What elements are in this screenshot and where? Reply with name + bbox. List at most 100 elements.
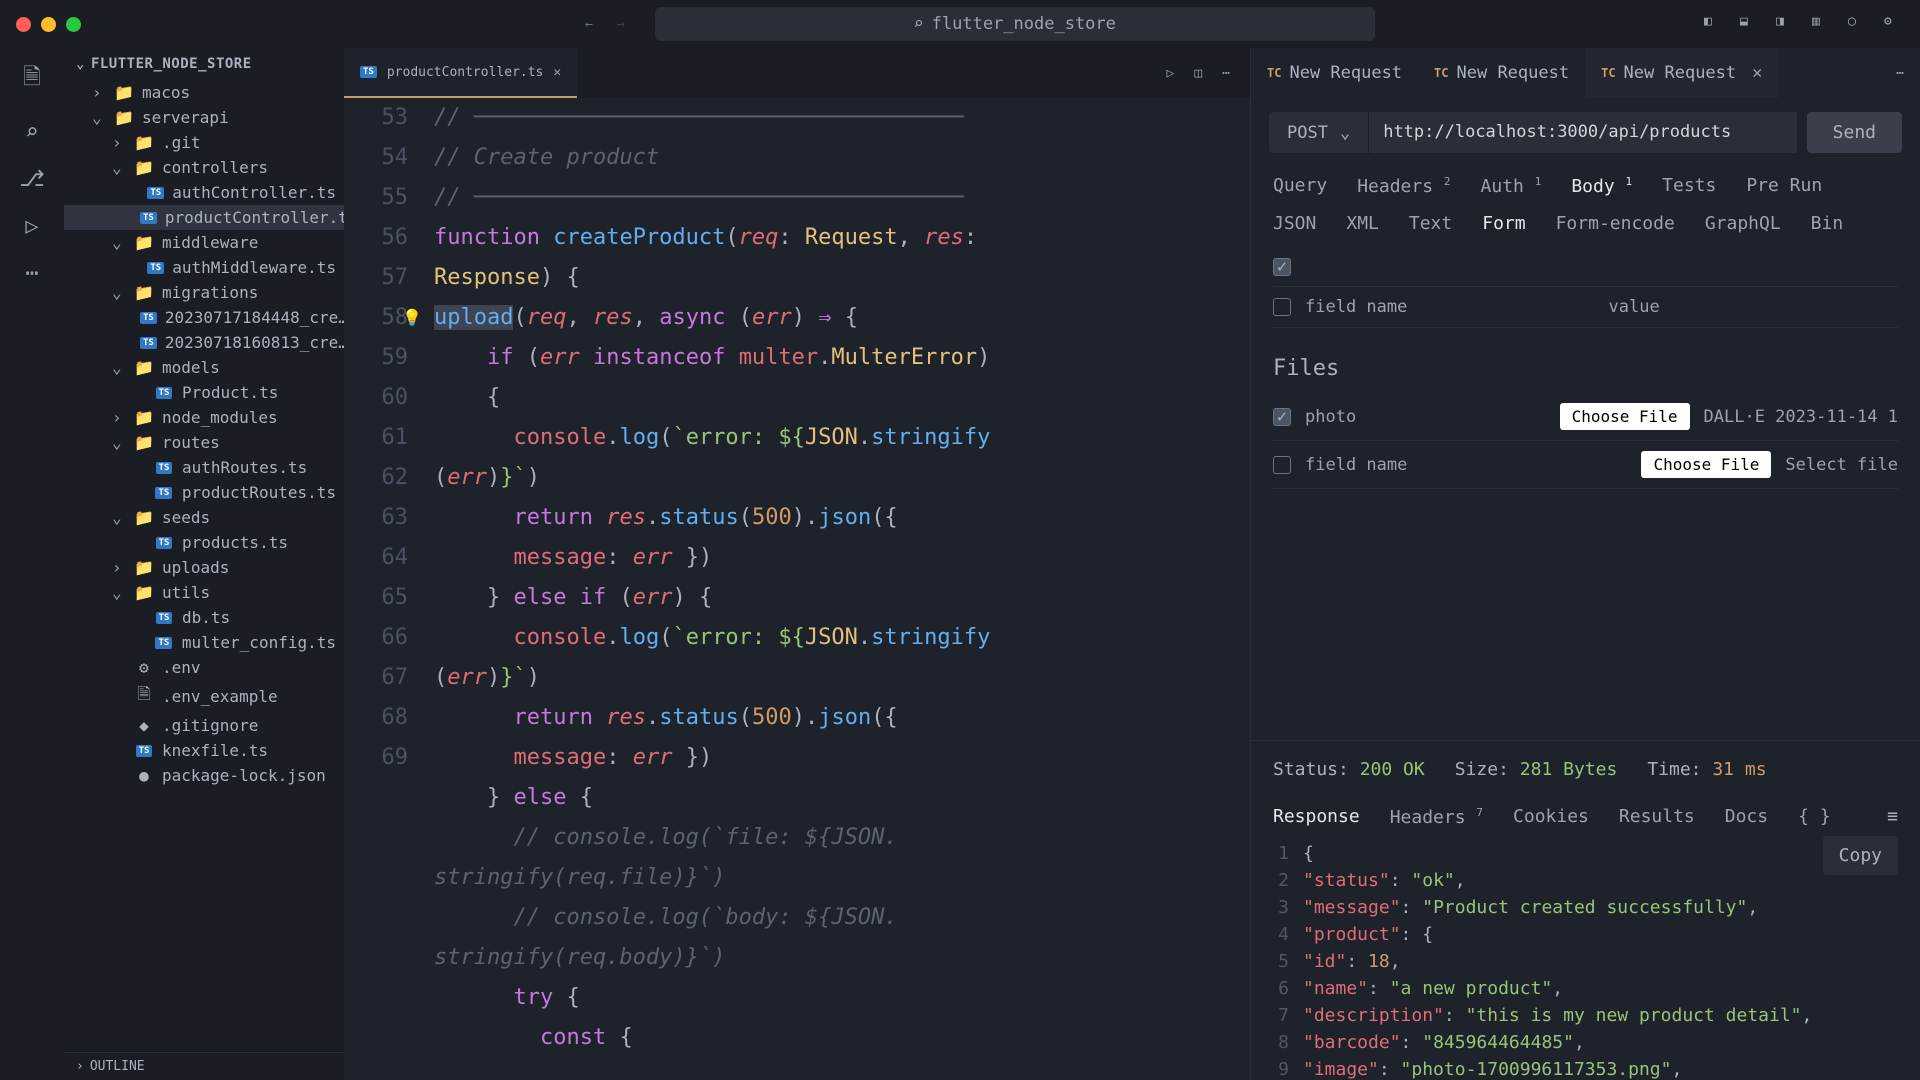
split-icon[interactable]: ◫ — [1194, 66, 1202, 81]
subtab[interactable]: Headers 7 — [1390, 806, 1483, 828]
file-name-input[interactable]: field name — [1305, 455, 1627, 475]
code-editor[interactable]: 5354555657585960616263646566676869 // ──… — [344, 98, 1250, 1080]
field-value-input[interactable]: value — [1609, 297, 1899, 317]
tree-item[interactable]: ›📁.git — [64, 130, 344, 155]
tree-item[interactable]: ⚙.env — [64, 655, 344, 680]
tree-item[interactable]: TSauthRoutes.ts — [64, 455, 344, 480]
more-icon[interactable]: ⋯ — [1222, 66, 1230, 81]
tree-item[interactable]: ◆.gitignore — [64, 713, 344, 738]
url-input[interactable]: http://localhost:3000/api/products — [1368, 112, 1796, 153]
subtab[interactable]: Results — [1619, 806, 1695, 828]
file-label: DALL·E 2023-11-14 1 — [1704, 407, 1898, 427]
request-tab[interactable]: TCNew Request — [1418, 48, 1585, 98]
more-icon[interactable]: ⋯ — [25, 261, 38, 286]
account-icon[interactable]: ◯ — [1848, 14, 1868, 34]
tree-item-label: migrations — [162, 283, 258, 302]
subtab[interactable]: Query — [1273, 175, 1327, 197]
panel-right-icon[interactable]: ◨ — [1776, 14, 1796, 34]
request-tab[interactable]: TCNew Request✕ — [1585, 48, 1778, 98]
subtab[interactable]: JSON — [1273, 213, 1316, 234]
tree-item[interactable]: ⌄📁middleware — [64, 230, 344, 255]
tree-item[interactable]: TSknexfile.ts — [64, 738, 344, 763]
explorer-header[interactable]: ⌄ FLUTTER_NODE_STORE — [64, 48, 344, 80]
command-center[interactable]: ⌕ flutter_node_store — [655, 7, 1375, 41]
tree-item[interactable]: ›📁macos — [64, 80, 344, 105]
checkbox[interactable] — [1273, 456, 1291, 474]
forward-icon[interactable]: → — [617, 17, 625, 32]
tree-item[interactable]: ⌄📁migrations — [64, 280, 344, 305]
subtab[interactable]: GraphQL — [1705, 213, 1781, 234]
tree-item[interactable]: 🗎.env_example — [64, 680, 344, 713]
ts-icon: TS — [154, 462, 174, 474]
gear-icon[interactable]: ⚙ — [1884, 14, 1904, 34]
tree-item[interactable]: ⌄📁utils — [64, 580, 344, 605]
close-icon[interactable]: ✕ — [1752, 63, 1762, 83]
explorer-icon[interactable]: 🗎 — [23, 60, 41, 98]
search-icon[interactable]: ⌕ — [25, 120, 38, 145]
tree-item[interactable]: ⌄📁models — [64, 355, 344, 380]
request-tab[interactable]: TCNew Request — [1251, 48, 1418, 98]
tree-item[interactable]: ⌄📁seeds — [64, 505, 344, 530]
send-button[interactable]: Send — [1807, 112, 1902, 153]
tree-item[interactable]: TSproductRoutes.ts — [64, 480, 344, 505]
tree-item[interactable]: TSproductController.ts — [64, 205, 344, 230]
response-body[interactable]: Copy 1{2 "status": "ok",3 "message": "Pr… — [1251, 836, 1920, 1080]
subtab[interactable]: Docs — [1725, 806, 1768, 828]
tree-item[interactable]: ›📁uploads — [64, 555, 344, 580]
outline-header[interactable]: › OUTLINE — [64, 1052, 344, 1080]
subtab[interactable]: Response — [1273, 806, 1360, 828]
close-window[interactable] — [16, 17, 31, 32]
menu-icon[interactable]: ≡ — [1887, 806, 1898, 828]
scm-icon[interactable]: ⎇ — [19, 167, 44, 192]
tree-item[interactable]: TSproducts.ts — [64, 530, 344, 555]
subtab[interactable]: Bin — [1811, 213, 1844, 234]
subtab[interactable]: Text — [1409, 213, 1452, 234]
tree-item[interactable]: TSauthController.ts — [64, 180, 344, 205]
more-icon[interactable]: ⋯ — [1896, 66, 1904, 81]
choose-file-button[interactable]: Choose File — [1560, 403, 1690, 430]
chevron-icon: ⌄ — [112, 583, 126, 602]
back-icon[interactable]: ← — [585, 17, 593, 32]
tree-item[interactable]: TS20230717184448_cre… — [64, 305, 344, 330]
tree-item[interactable]: ⌄📁routes — [64, 430, 344, 455]
subtab[interactable]: Cookies — [1513, 806, 1589, 828]
copy-button[interactable]: Copy — [1823, 836, 1898, 875]
maximize-window[interactable] — [66, 17, 81, 32]
response-tabs: Response Headers 7 Cookies Results Docs { } ≡ — [1251, 798, 1920, 836]
tree-item[interactable]: TS20230718160813_cre… — [64, 330, 344, 355]
checkbox[interactable]: ✓ — [1273, 408, 1291, 426]
field-name-input[interactable]: field name — [1305, 297, 1595, 317]
debug-icon[interactable]: ▷ — [25, 214, 38, 239]
subtab[interactable]: XML — [1346, 213, 1379, 234]
subtab[interactable]: Auth 1 — [1481, 175, 1542, 197]
choose-file-button[interactable]: Choose File — [1641, 451, 1771, 478]
panel-left-icon[interactable]: ◧ — [1704, 14, 1724, 34]
method-select[interactable]: POST ⌄ — [1269, 112, 1368, 153]
subtab[interactable]: Form-encode — [1556, 213, 1675, 234]
checkbox[interactable] — [1273, 298, 1291, 316]
npm-icon: ● — [134, 766, 154, 785]
tree-item[interactable]: ●package-lock.json — [64, 763, 344, 788]
tab-product-controller[interactable]: TS productController.ts ✕ — [344, 48, 577, 98]
tree-item[interactable]: TSdb.ts — [64, 605, 344, 630]
tree-item[interactable]: ⌄📁controllers — [64, 155, 344, 180]
layout-icon[interactable]: ▥ — [1812, 14, 1832, 34]
run-icon[interactable]: ▷ — [1167, 66, 1175, 81]
tree-item-label: 20230717184448_cre… — [165, 308, 344, 327]
tree-item[interactable]: ⌄📁serverapi — [64, 105, 344, 130]
panel-bottom-icon[interactable]: ⬓ — [1740, 14, 1760, 34]
file-name-input[interactable]: photo — [1305, 407, 1546, 427]
subtab[interactable]: Tests — [1662, 175, 1716, 197]
tree-item[interactable]: ›📁node_modules — [64, 405, 344, 430]
subtab[interactable]: Headers 2 — [1357, 175, 1450, 197]
subtab[interactable]: Form — [1482, 213, 1525, 234]
subtab[interactable]: Pre Run — [1746, 175, 1822, 197]
tree-item[interactable]: TSmulter_config.ts — [64, 630, 344, 655]
minimize-window[interactable] — [41, 17, 56, 32]
close-icon[interactable]: ✕ — [553, 65, 561, 80]
tree-item[interactable]: TSProduct.ts — [64, 380, 344, 405]
checkbox[interactable]: ✓ — [1273, 258, 1291, 276]
subtab[interactable]: { } — [1798, 806, 1831, 828]
subtab[interactable]: Body 1 — [1571, 175, 1632, 197]
tree-item[interactable]: TSauthMiddleware.ts — [64, 255, 344, 280]
